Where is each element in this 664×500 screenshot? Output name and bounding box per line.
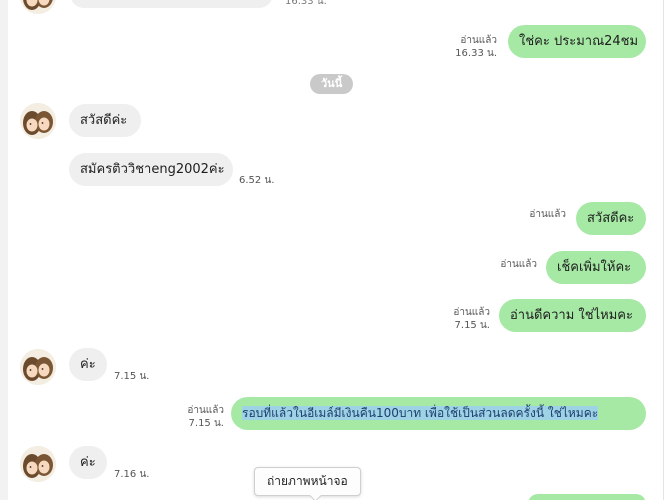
message-text: อ่านดีความ ใช่ไหมคะ [510,308,633,323]
message-meta: 7.15 น. [114,370,149,383]
message-meta: 7.16 น. [114,468,149,481]
partial-outgoing-bubble[interactable] [528,494,646,500]
message-text: สวัสดีค่ะ [80,113,128,128]
message-time: 7.15 น. [114,371,150,382]
message-time: 7.16 น. [114,469,150,480]
incoming-message-bubble[interactable]: ค่ะ [69,348,107,381]
message-time: 7.15 น. [188,418,224,429]
left-panel-edge [0,0,8,500]
outgoing-message-bubble[interactable]: ใช่คะ ประมาณ24ชม [508,25,646,58]
outgoing-message-bubble[interactable]: เช็คเพิ่มให้คะ [546,251,646,284]
incoming-message-bubble[interactable]: สมัครติววิชาeng2002ค่ะ [69,153,233,186]
avatar-icon[interactable] [20,446,56,482]
partial-message-time: 16.33 น. [285,0,327,7]
message-text: ใช่คะ ประมาณ24ชม [519,34,639,49]
message-meta: อ่านแล้ว [500,258,537,271]
selected-message-text[interactable]: รอบที่แล้วในอีเมล์มีเงินคืน100บาท เพื่อใ… [242,406,599,420]
avatar-icon[interactable] [20,349,56,385]
message-meta: อ่านแล้ว [529,208,566,221]
message-text: เช็คเพิ่มให้คะ [557,260,632,275]
outgoing-message-bubble[interactable]: รอบที่แล้วในอีเมล์มีเงินคืน100บาท เพื่อใ… [231,397,646,430]
outgoing-message-bubble[interactable]: อ่านดีความ ใช่ไหมคะ [499,299,646,332]
avatar-icon[interactable] [20,103,56,139]
message-time: 7.15 น. [454,320,490,331]
partial-incoming-bubble[interactable] [70,0,273,8]
message-time: 6.52 น. [239,175,275,186]
avatar-icon[interactable] [20,0,56,14]
message-text: ค่ะ [80,357,96,372]
date-separator: วันนี้ [310,74,354,94]
message-meta: อ่านแล้ว 7.15 น. [187,404,224,430]
outgoing-message-bubble[interactable]: สวัสดีคะ [576,202,646,235]
incoming-message-bubble[interactable]: สวัสดีค่ะ [69,104,141,137]
read-receipt: อ่านแล้ว [529,209,566,220]
screenshot-tooltip[interactable]: ถ่ายภาพหน้าจอ [254,467,361,496]
read-receipt: อ่านแล้ว [453,307,490,318]
message-meta: 6.52 น. [239,174,274,187]
read-receipt: อ่านแล้ว [500,259,537,270]
read-receipt: อ่านแล้ว [460,35,497,46]
message-time: 16.33 น. [455,48,497,59]
message-meta: อ่านแล้ว 7.15 น. [453,306,490,332]
message-meta: อ่านแล้ว 16.33 น. [455,34,497,60]
read-receipt: อ่านแล้ว [187,405,224,416]
chat-window: 16.33 น. อ่านแล้ว 16.33 น. ใช่คะ ประมาณ2… [0,0,664,500]
message-text: ค่ะ [80,455,96,470]
message-text: สวัสดีคะ [587,211,635,226]
message-text: สมัครติววิชาeng2002ค่ะ [80,162,225,177]
incoming-message-bubble[interactable]: ค่ะ [69,446,107,479]
